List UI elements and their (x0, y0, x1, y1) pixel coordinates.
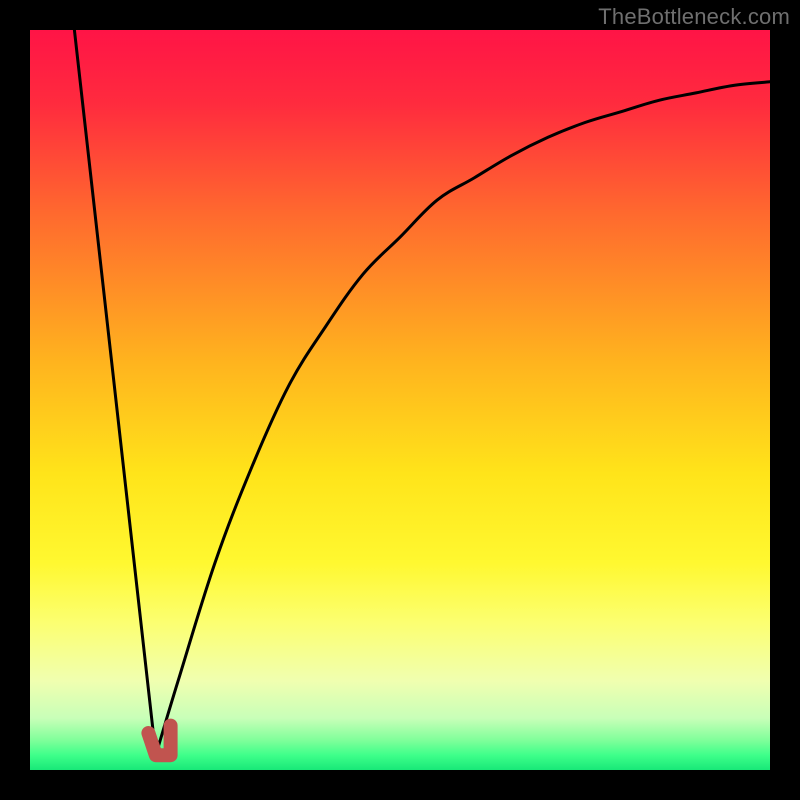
right-curve (156, 82, 770, 755)
plot-area (30, 30, 770, 770)
chart-frame: TheBottleneck.com (0, 0, 800, 800)
watermark-text: TheBottleneck.com (598, 4, 790, 30)
left-v-branch (74, 30, 155, 755)
curves-layer (30, 30, 770, 770)
